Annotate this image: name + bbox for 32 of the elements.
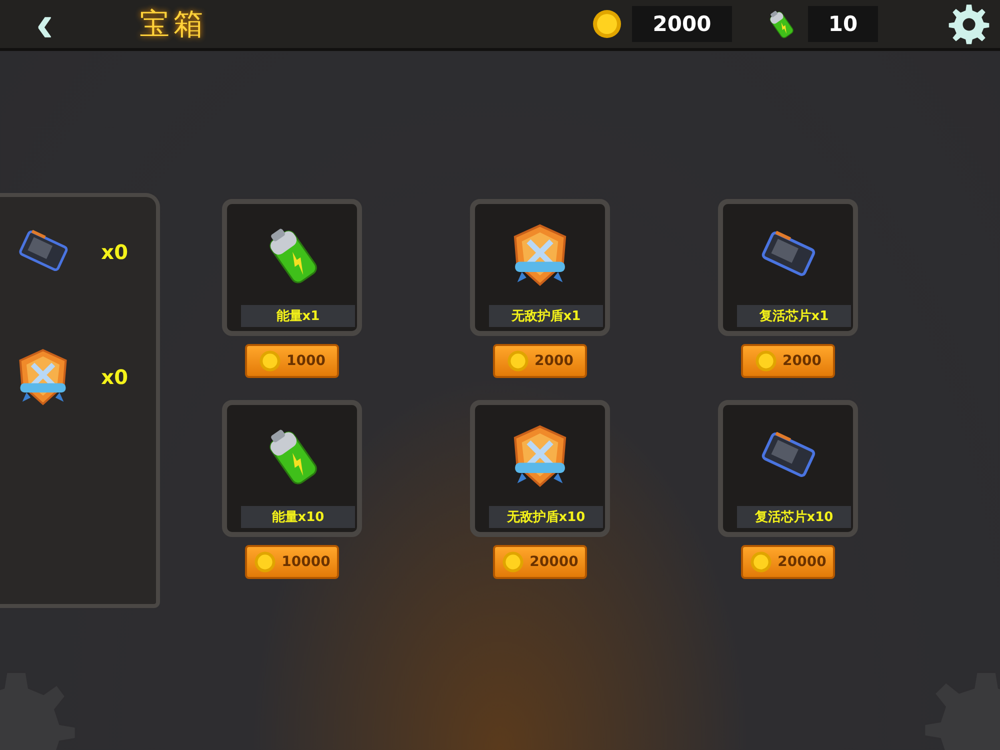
- settings-icon[interactable]: [948, 3, 990, 45]
- buy-button[interactable]: 1000: [245, 344, 339, 378]
- buy-button[interactable]: 2000: [493, 344, 587, 378]
- coin-count: 2000: [632, 6, 732, 42]
- item-card[interactable]: 能量x1: [222, 199, 362, 336]
- coin-icon: [592, 9, 622, 39]
- item-card[interactable]: 无敌护盾x10: [470, 400, 610, 537]
- item-name: 无敌护盾x1: [489, 305, 603, 327]
- item-name: 能量x10: [241, 506, 355, 528]
- back-button[interactable]: ‹: [30, 2, 60, 46]
- coin-icon: [750, 551, 772, 573]
- coin-icon: [258, 350, 281, 372]
- item-name: 无敌护盾x10: [489, 506, 603, 528]
- buy-button[interactable]: 20000: [493, 545, 587, 579]
- energy-count: 10: [808, 6, 878, 42]
- coin-icon: [502, 551, 524, 573]
- item-name: 能量x1: [241, 305, 355, 327]
- page-title: 宝箱: [139, 6, 208, 44]
- item-card[interactable]: 无敌护盾x1: [470, 199, 610, 336]
- item-card[interactable]: 复活芯片x1: [718, 199, 858, 336]
- buy-button[interactable]: 2000: [741, 344, 835, 378]
- buy-button[interactable]: 20000: [741, 545, 835, 579]
- item-count: x0: [101, 364, 128, 388]
- coin-icon: [254, 551, 276, 573]
- item-count: x0: [101, 240, 128, 264]
- coin-icon: [754, 350, 777, 372]
- item-card[interactable]: 能量x10: [222, 400, 362, 537]
- item-name: 复活芯片x10: [737, 506, 851, 528]
- item-card[interactable]: 复活芯片x10: [718, 400, 858, 537]
- item-name: 复活芯片x1: [737, 305, 851, 327]
- coin-icon: [506, 350, 529, 372]
- buy-button[interactable]: 10000: [245, 545, 339, 579]
